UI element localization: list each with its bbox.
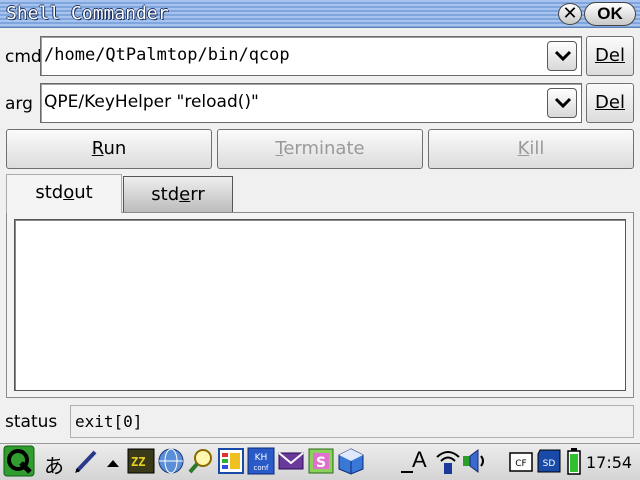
close-button[interactable]: ✕	[558, 3, 582, 25]
svg-text:SD: SD	[543, 459, 556, 469]
cf-card-icon: CF	[509, 452, 533, 472]
wifi-icon	[436, 451, 460, 474]
speaker-icon	[463, 449, 484, 473]
status-value: exit[0]	[75, 412, 143, 431]
sd-card-indicator[interactable]: SD	[536, 447, 564, 475]
khconf-app-icon[interactable]: KH conf	[247, 447, 275, 475]
magnifier-app-icon[interactable]	[187, 447, 215, 475]
cmd-dropdown-button[interactable]	[547, 41, 577, 71]
arg-label: arg	[5, 94, 33, 114]
cmd-delete-label: Del	[595, 45, 625, 66]
svg-text:ZZ: ZZ	[131, 455, 145, 469]
stdout-output[interactable]	[14, 219, 626, 391]
tab-stdout[interactable]: stdout	[6, 174, 122, 213]
sd-card-icon: SD	[537, 449, 561, 473]
q-logo-icon	[3, 445, 35, 477]
cmd-label: cmd	[5, 47, 42, 67]
status-field: exit[0]	[70, 405, 634, 438]
tab-stderr[interactable]: stderr	[123, 176, 233, 212]
window-title: Shell Commander	[6, 3, 169, 24]
chevron-down-icon	[554, 97, 572, 109]
arg-delete-button[interactable]: Del	[586, 83, 634, 123]
run-button[interactable]: Run	[6, 129, 212, 169]
triangle-up-icon	[107, 460, 119, 467]
terminal-app-icon[interactable]: ZZ	[127, 447, 155, 475]
taskbar-expand-button[interactable]	[105, 447, 121, 475]
tab-stdout-post: ut	[74, 182, 93, 203]
cf-card-indicator[interactable]: CF	[508, 447, 536, 475]
pen-input-button[interactable]	[72, 447, 100, 475]
tab-stdout-pre: std	[35, 182, 64, 203]
style-app-icon[interactable]: S	[307, 447, 335, 475]
chevron-down-icon	[554, 50, 572, 62]
wireless-indicator[interactable]	[434, 447, 462, 475]
svg-text:S: S	[316, 455, 326, 471]
caps-indicator-letter: A	[412, 447, 427, 472]
svg-text:CF: CF	[515, 459, 526, 469]
battery-icon	[567, 448, 581, 475]
volume-button[interactable]	[463, 447, 491, 475]
package-app-icon[interactable]	[337, 447, 365, 475]
ok-button[interactable]: OK	[584, 2, 636, 26]
taskbar: あ ZZ KH conf S A CF SD 17:54	[0, 443, 640, 480]
battery-indicator[interactable]	[566, 447, 582, 475]
arg-delete-label: Del	[595, 92, 625, 113]
cmd-input[interactable]: /home/QtPalmtop/bin/qcop	[44, 45, 290, 65]
cmd-delete-button[interactable]: Del	[586, 36, 634, 76]
arg-combobox[interactable]: QPE/KeyHelper "reload()"	[40, 83, 582, 123]
tab-stdout-mnemonic: o	[63, 182, 75, 203]
kill-mnemonic: K	[517, 138, 530, 159]
tab-panel	[6, 212, 634, 398]
input-method-indicator[interactable]: あ	[44, 450, 64, 479]
arg-input[interactable]: QPE/KeyHelper "reload()"	[44, 92, 259, 112]
kill-label: ill	[529, 138, 545, 159]
pen-icon	[75, 450, 97, 473]
clock[interactable]: 17:54	[586, 453, 632, 472]
start-menu-button[interactable]	[3, 445, 35, 477]
tab-stderr-post: rr	[190, 184, 205, 205]
title-bar: Shell Commander ✕ OK	[0, 0, 640, 28]
color-palette-app-icon[interactable]	[217, 447, 245, 475]
tab-stderr-pre: std	[151, 184, 180, 205]
svg-text:conf: conf	[253, 464, 269, 472]
run-mnemonic: R	[91, 138, 104, 159]
svg-text:KH: KH	[255, 453, 268, 463]
tab-stderr-mnemonic: e	[179, 184, 191, 205]
arg-dropdown-button[interactable]	[547, 88, 577, 118]
keyboard-indicator[interactable]: A	[400, 447, 430, 475]
cmd-combobox[interactable]: /home/QtPalmtop/bin/qcop	[40, 36, 582, 76]
status-label: status	[5, 412, 58, 432]
kill-button[interactable]: Kill	[428, 129, 634, 169]
run-label: un	[103, 138, 127, 159]
terminate-label: erminate	[283, 138, 365, 159]
mail-app-icon[interactable]	[277, 447, 305, 475]
globe-app-icon[interactable]	[157, 447, 185, 475]
terminate-button[interactable]: Terminate	[217, 129, 423, 169]
